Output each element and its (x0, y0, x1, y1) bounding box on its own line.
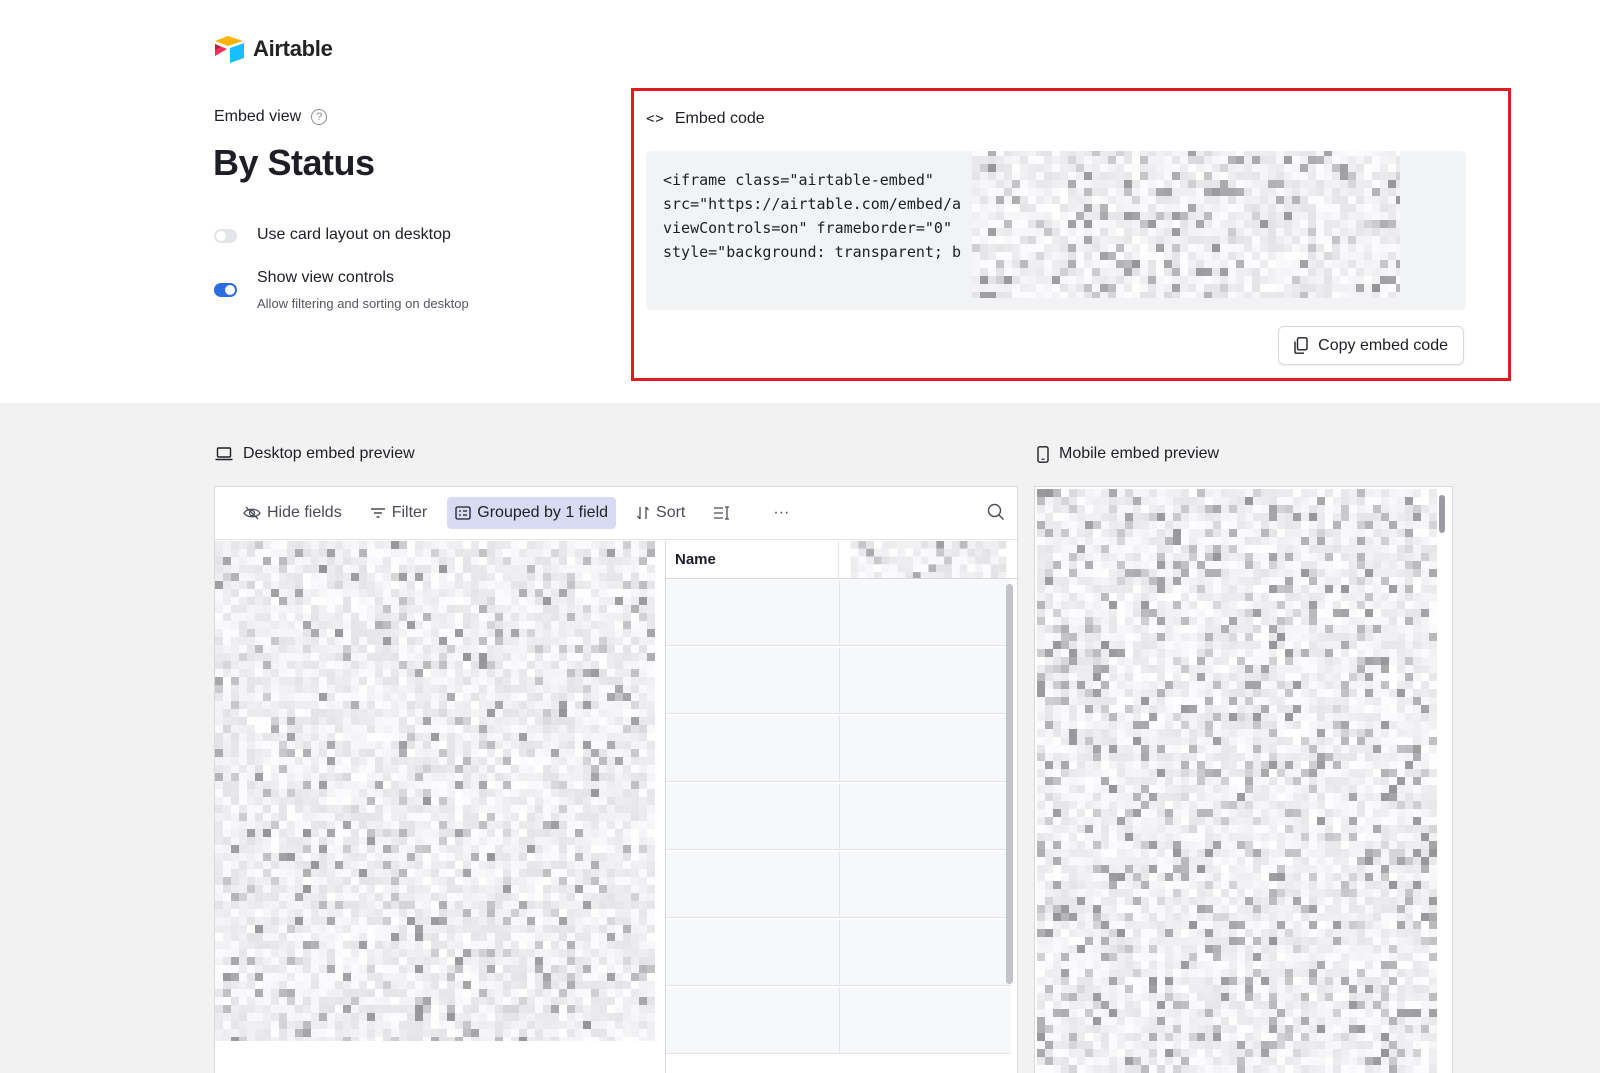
row-height-icon (714, 506, 730, 520)
view-controls-description: Allow filtering and sorting on desktop (257, 296, 469, 311)
group-icon (455, 506, 471, 520)
column-header-name[interactable]: Name (666, 541, 839, 578)
embed-view-text: Embed view (214, 108, 302, 125)
mobile-preview-text: Mobile embed preview (1059, 445, 1220, 462)
mobile-embed-preview (1034, 486, 1453, 1073)
embed-code-panel: <> Embed code <iframe class="airtable-em… (631, 88, 1511, 381)
filter-button[interactable]: Filter (362, 497, 436, 529)
laptop-icon (215, 447, 233, 461)
blurred-mobile-content (1037, 489, 1437, 1073)
grid-header: Name (666, 541, 1018, 579)
embed-code-header: <> Embed code (646, 110, 765, 128)
sort-icon (637, 506, 650, 520)
group-button[interactable]: Grouped by 1 field (447, 497, 617, 529)
table-row[interactable] (666, 648, 1011, 714)
blurred-column-header (850, 541, 1007, 578)
page-title: By Status (213, 142, 375, 183)
code-icon: <> (646, 111, 665, 127)
more-options-button[interactable]: ··· (765, 497, 797, 529)
table-row[interactable] (666, 716, 1011, 782)
desktop-preview-text: Desktop embed preview (243, 445, 415, 462)
mobile-scrollbar[interactable] (1439, 495, 1445, 533)
desktop-embed-preview: Hide fields Filter Grouped by 1 field So… (214, 486, 1018, 1073)
view-toolbar: Hide fields Filter Grouped by 1 field So… (215, 487, 1017, 540)
embed-settings-section: Airtable Embed view ? By Status Use card… (0, 0, 1600, 403)
table-row[interactable] (666, 920, 1011, 986)
grid-scrollbar[interactable] (1006, 584, 1013, 984)
view-controls-toggle[interactable] (214, 283, 237, 297)
hide-fields-button[interactable]: Hide fields (235, 497, 350, 529)
table-row[interactable] (666, 784, 1011, 850)
desktop-preview-label: Desktop embed preview (215, 445, 415, 463)
embed-code-block[interactable]: <iframe class="airtable-embed" src="http… (646, 151, 1466, 310)
airtable-logo-icon (215, 36, 244, 63)
embed-code-title: Embed code (674, 110, 765, 127)
blurred-group-region (215, 541, 655, 1041)
mobile-preview-label: Mobile embed preview (1037, 445, 1219, 463)
search-icon (987, 503, 1004, 520)
sort-label: Sort (656, 504, 686, 521)
card-layout-label: Use card layout on desktop (257, 226, 451, 243)
phone-icon (1037, 445, 1049, 463)
row-height-button[interactable] (705, 497, 739, 529)
sort-button[interactable]: Sort (628, 497, 693, 529)
card-layout-option: Use card layout on desktop (214, 226, 451, 244)
filter-icon (370, 508, 385, 518)
filter-label: Filter (391, 504, 428, 521)
view-controls-option: Show view controls Allow filtering and s… (214, 269, 469, 311)
copy-button-label: Copy embed code (1318, 336, 1448, 354)
help-icon[interactable]: ? (311, 109, 328, 125)
search-button[interactable] (987, 503, 1005, 526)
view-controls-label: Show view controls (257, 269, 394, 286)
eye-slash-icon (243, 506, 261, 520)
hide-fields-label: Hide fields (267, 504, 342, 521)
more-options-icon: ··· (773, 504, 790, 521)
table-row[interactable] (666, 988, 1011, 1054)
blurred-code-region (972, 151, 1400, 298)
brand-name: Airtable (253, 36, 333, 61)
table-row[interactable] (666, 580, 1011, 646)
copy-icon (1294, 337, 1308, 354)
embed-view-label: Embed view ? (214, 108, 328, 126)
card-layout-toggle[interactable] (214, 229, 237, 243)
table-row[interactable] (666, 852, 1011, 918)
embed-code-text: <iframe class="airtable-embed" src="http… (663, 171, 962, 261)
copy-embed-code-button[interactable]: Copy embed code (1278, 326, 1464, 365)
preview-section: Desktop embed preview Mobile embed previ… (0, 403, 1600, 1073)
group-label: Grouped by 1 field (477, 504, 609, 521)
airtable-logo[interactable]: Airtable (213, 34, 333, 64)
